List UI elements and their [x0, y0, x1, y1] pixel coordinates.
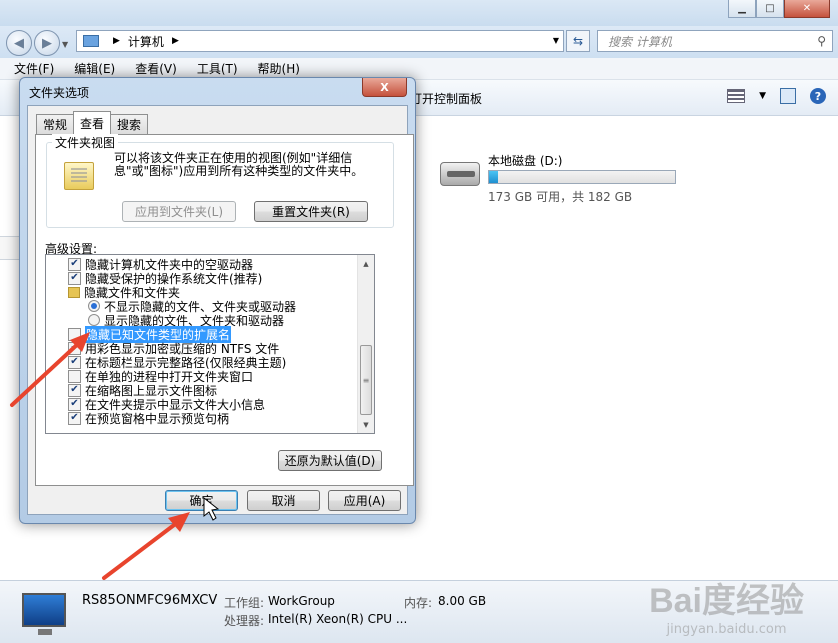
- mouse-cursor-icon: [203, 496, 220, 521]
- annotation-overlay: [10, 332, 220, 580]
- red-arrow-icon: [10, 332, 90, 407]
- tab-view[interactable]: 查看: [73, 111, 112, 134]
- red-arrow-icon: [102, 512, 190, 580]
